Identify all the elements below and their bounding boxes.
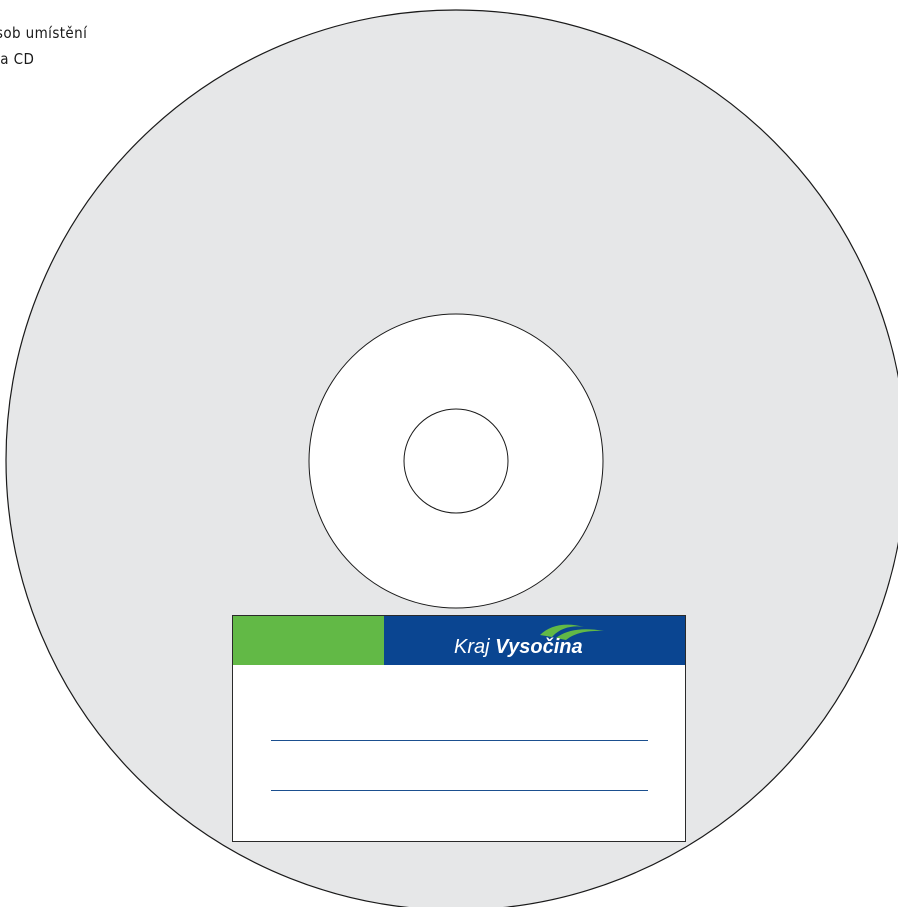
kraj-vysocina-logo: Kraj Vysočina bbox=[454, 621, 614, 661]
label-write-line-2 bbox=[271, 790, 648, 791]
label-green-block bbox=[233, 616, 384, 665]
brand-name: Kraj Vysočina bbox=[454, 636, 583, 659]
brand-name-bold: Vysočina bbox=[495, 636, 583, 658]
label-write-line-1 bbox=[271, 740, 648, 741]
cd-label-sheet: působ umístění a na CD Kraj Vysočina bbox=[0, 0, 898, 907]
disc-label-sticker: Kraj Vysočina bbox=[232, 615, 686, 842]
label-header: Kraj Vysočina bbox=[233, 616, 685, 665]
brand-name-light: Kraj bbox=[454, 636, 496, 658]
label-blue-block: Kraj Vysočina bbox=[384, 616, 685, 665]
disc-center-hole bbox=[403, 408, 509, 514]
